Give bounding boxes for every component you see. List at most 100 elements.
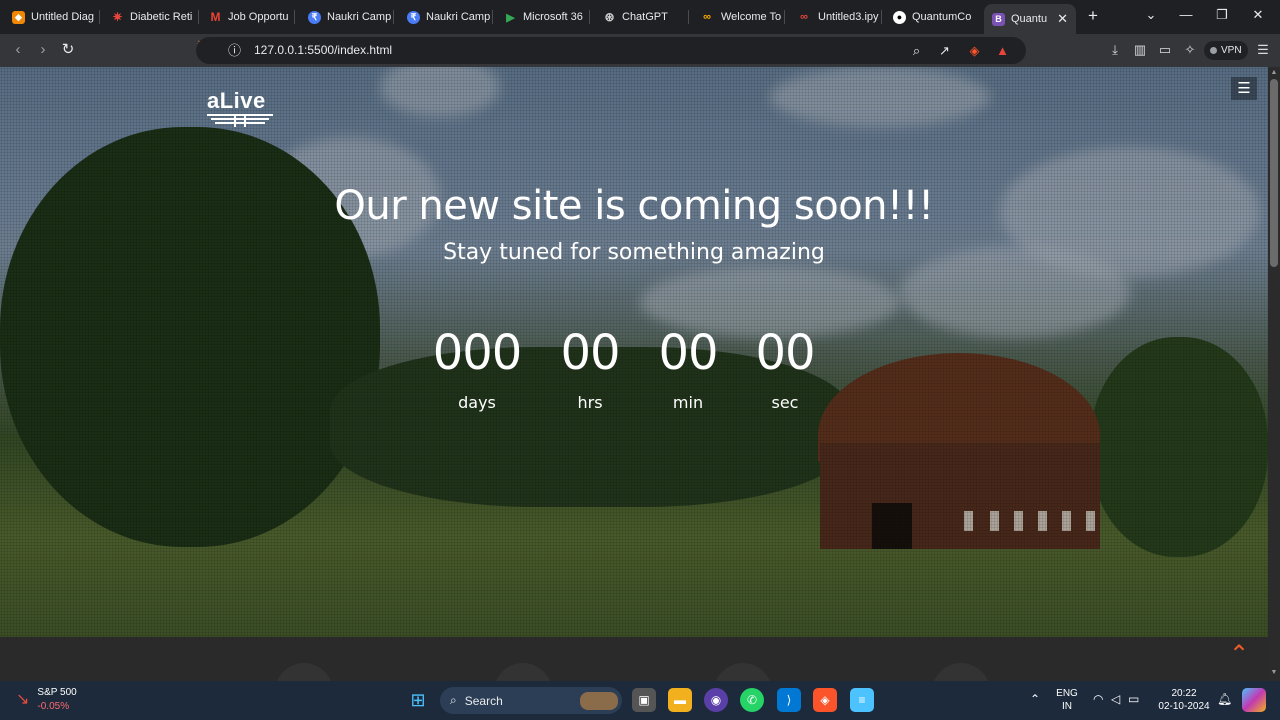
site-info-icon[interactable]: ⓘ [226, 42, 243, 59]
zoom-icon[interactable]: ⌕ [908, 42, 925, 59]
lang-line2: IN [1062, 701, 1072, 712]
tab-label: Diabetic Reti [130, 11, 193, 23]
trend-down-icon: ↘ [16, 691, 30, 708]
tab-separator [393, 10, 394, 24]
hamburger-menu-button[interactable]: ☰ [1231, 77, 1257, 100]
scroll-up-arrow-icon[interactable]: ▲ [1268, 69, 1280, 76]
back-button[interactable]: ‹ [9, 41, 27, 59]
close-icon[interactable]: ✕ [1057, 11, 1068, 27]
feature-circle [932, 663, 990, 681]
tab-label: Naukri Camp [327, 11, 392, 23]
windows-start-icon[interactable]: ⊞ [406, 688, 430, 712]
tab-label: Untitled Diag [31, 11, 94, 23]
page-viewport: aLive ☰ Our new site is coming soon!!! S… [0, 67, 1268, 681]
lang-line1: ENG [1056, 688, 1078, 699]
github-icon: ● [893, 10, 906, 24]
tab-separator [294, 10, 295, 24]
tab-4[interactable]: ₹ Naukri Camp [407, 4, 493, 30]
feature-circle [494, 663, 552, 681]
tab-1[interactable]: ✷ Diabetic Reti [111, 4, 199, 30]
brave-browser-icon[interactable]: ◈ [813, 688, 837, 712]
language-indicator[interactable]: ENG IN [1054, 687, 1080, 713]
page-subline: Stay tuned for something amazing [443, 240, 825, 265]
tab-separator [688, 10, 689, 24]
tab-7[interactable]: ∞ Welcome To [699, 4, 785, 30]
tab-label: ChatGPT [622, 11, 668, 23]
star-burst-icon: ✷ [112, 10, 123, 24]
countdown-label: min [672, 393, 704, 412]
tab-5[interactable]: ▶ Microsoft 36 [504, 4, 590, 30]
url-text[interactable]: 127.0.0.1:5500/index.html [254, 43, 392, 57]
brave-rewards-icon[interactable]: ▲ [994, 42, 1011, 59]
wifi-icon[interactable]: ◠ [1093, 692, 1103, 706]
site-logo[interactable]: aLive [207, 88, 273, 127]
tab-0[interactable]: ◆ Untitled Diag [12, 4, 100, 30]
colab-icon: ∞ [800, 11, 808, 23]
play-icon: ▶ [506, 11, 515, 24]
drawio-icon: ◆ [12, 10, 25, 24]
minimize-button[interactable]: — [1176, 7, 1196, 22]
restore-button[interactable]: ❐ [1212, 7, 1232, 23]
feature-circle [714, 663, 772, 681]
scrollbar-thumb[interactable] [1270, 79, 1278, 267]
vscode-icon[interactable]: ⟩ [777, 688, 801, 712]
leo-ai-icon[interactable]: ✧ [1181, 41, 1199, 59]
countdown-value: 00 [658, 325, 718, 381]
task-view-icon[interactable]: ▣ [632, 688, 656, 712]
scroll-down-arrow-icon[interactable]: ▼ [1268, 669, 1280, 676]
tab-label: Job Opportu [228, 11, 289, 23]
share-icon[interactable]: ↗ [936, 42, 953, 59]
logo-text: aLive [207, 88, 266, 113]
tab-label: Naukri Camp [426, 11, 491, 23]
tab-3[interactable]: ₹ Naukri Camp [308, 4, 394, 30]
menu-icon[interactable]: ☰ [1254, 41, 1272, 59]
close-window-button[interactable]: ✕ [1248, 7, 1268, 23]
scroll-to-top-chevron-icon[interactable]: ⌃ [1226, 643, 1252, 667]
page-scrollbar[interactable]: ▲ ▼ [1268, 67, 1280, 681]
tab-2[interactable]: M Job Opportu [209, 4, 295, 30]
tab-8[interactable]: ∞ Untitled3.ipy [796, 4, 882, 30]
feature-circle [275, 663, 333, 681]
countdown-hours: 00 hrs [554, 325, 626, 412]
logo-mark-icon [207, 114, 273, 127]
bootstrap-icon: B [992, 12, 1005, 26]
countdown-value: 00 [755, 325, 815, 381]
vpn-button[interactable]: VPN [1204, 41, 1248, 60]
file-explorer-icon[interactable]: ▬ [668, 688, 692, 712]
tab-search-chevron-icon[interactable]: ⌄ [1141, 7, 1161, 23]
clock[interactable]: 20:22 02-10-2024 [1156, 687, 1212, 713]
windows-taskbar: ↘ S&P 500 -0.05% ⊞ ⌕ Search ▣ ▬ ◉ ✆ ⟩ ◈ … [0, 681, 1280, 720]
search-icon: ⌕ [450, 693, 457, 707]
brave-shields-icon[interactable]: ◈ [966, 42, 983, 59]
tab-separator [198, 10, 199, 24]
volume-icon[interactable]: ◁ [1111, 692, 1120, 706]
tab-label: Untitled3.ipy [818, 11, 879, 23]
address-bar[interactable]: ⓘ 127.0.0.1:5500/index.html ⌕ ↗ ◈ ▲ [196, 37, 1026, 64]
tab-9[interactable]: ● QuantumCo [893, 4, 979, 30]
browser-tab-strip: ◆ Untitled Diag ✷ Diabetic Reti M Job Op… [0, 0, 1280, 34]
forward-button[interactable]: › [34, 41, 52, 59]
github-desktop-icon[interactable]: ◉ [704, 688, 728, 712]
tab-label: Welcome To [721, 11, 782, 23]
stock-widget[interactable]: ↘ S&P 500 -0.05% [16, 687, 77, 713]
whatsapp-icon[interactable]: ✆ [740, 688, 764, 712]
stock-change: -0.05% [37, 701, 70, 712]
tab-separator [881, 10, 882, 24]
tray-overflow-chevron-icon[interactable]: ⌃ [1030, 692, 1040, 706]
notification-bell-icon[interactable]: 🔔︎ [1217, 692, 1232, 706]
countdown-value: 00 [560, 325, 620, 381]
reload-button[interactable]: ↻ [59, 41, 77, 59]
new-tab-button[interactable]: + [1084, 6, 1102, 26]
tab-10-active[interactable]: B Quantu ✕ [984, 4, 1076, 34]
copilot-icon[interactable] [1242, 688, 1266, 712]
taskbar-search[interactable]: ⌕ Search [440, 687, 622, 714]
download-icon[interactable]: ⤓ [1106, 41, 1124, 59]
wallet-icon[interactable]: ▭ [1156, 41, 1174, 59]
sidebar-icon[interactable]: ▥ [1131, 41, 1149, 59]
battery-icon[interactable]: ▭ [1128, 692, 1139, 706]
tab-6[interactable]: ⊛ ChatGPT [603, 4, 689, 30]
tab-label: Quantu [1011, 13, 1048, 25]
hero-background: aLive ☰ Our new site is coming soon!!! S… [0, 67, 1268, 637]
notepad-icon[interactable]: ≡ [850, 688, 874, 712]
footer-band: ⌃ [0, 637, 1268, 681]
